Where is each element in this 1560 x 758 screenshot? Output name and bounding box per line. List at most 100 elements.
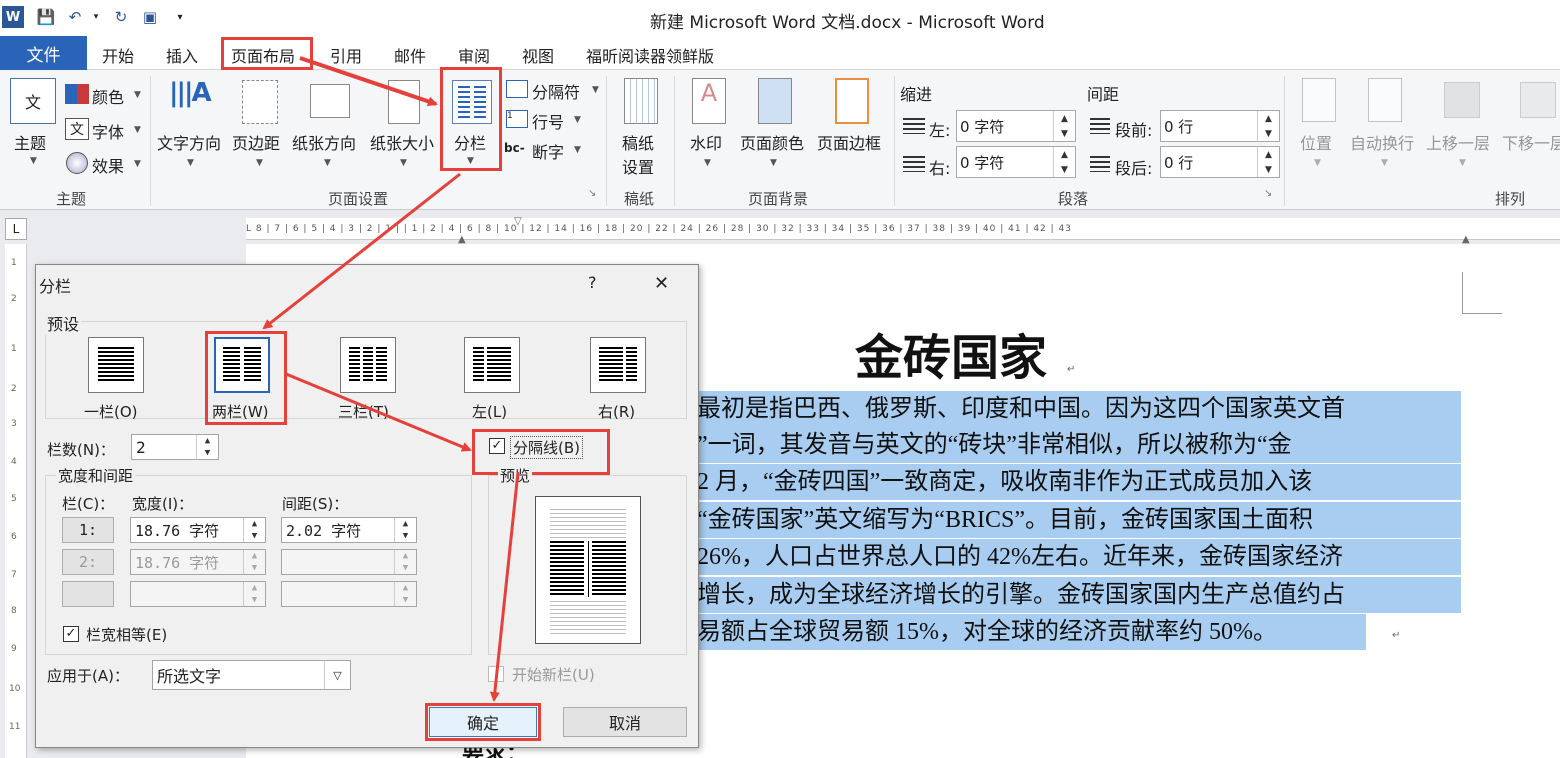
apply-to-select[interactable]: 所选文字 ▽ bbox=[152, 660, 351, 690]
hyphenation-dropdown-icon[interactable]: ▼ bbox=[574, 145, 581, 155]
spacing-after-spinner[interactable]: ▲ ▼ bbox=[1257, 147, 1279, 177]
col-1-spacing-input[interactable]: 2.02 字符 ▲ ▼ bbox=[281, 517, 417, 543]
document-line[interactable]: 易额占全球贸易额 15%，对全球的经济贡献率约 50%。 bbox=[697, 614, 1366, 650]
col-1-width-spinner[interactable]: ▲ ▼ bbox=[243, 518, 265, 542]
col-1-spacing-spinner[interactable]: ▲ ▼ bbox=[394, 518, 416, 542]
manuscript-settings-button[interactable]: 稿纸 设置 bbox=[612, 76, 670, 177]
num-columns-input[interactable]: 2 ▲ ▼ bbox=[131, 434, 219, 460]
vruler-mark: 6 bbox=[11, 532, 17, 542]
orientation-button[interactable]: 纸张方向 ▼ bbox=[292, 76, 366, 176]
tab-review[interactable]: 审阅 bbox=[458, 43, 490, 67]
page-setup-dialog-launcher-icon[interactable]: ↘ bbox=[588, 188, 596, 199]
tab-references[interactable]: 引用 bbox=[330, 43, 362, 67]
preset-right[interactable] bbox=[590, 337, 646, 393]
tab-foxit[interactable]: 福昕阅读器领鲜版 bbox=[586, 43, 714, 67]
tab-mailings[interactable]: 邮件 bbox=[394, 43, 426, 67]
line-between-label[interactable]: 分隔线(B) bbox=[510, 436, 583, 459]
equal-width-checkbox[interactable]: ✓ bbox=[63, 626, 79, 642]
watermark-button[interactable]: A 水印 ▼ bbox=[682, 76, 736, 176]
indent-left-input[interactable]: 0 字符 ▲ ▼ bbox=[956, 110, 1076, 142]
tab-home[interactable]: 开始 bbox=[102, 43, 134, 67]
col-3-spacing-spinner: ▲ ▼ bbox=[394, 582, 416, 606]
bring-forward-button[interactable]: 上移一层 ▼ bbox=[1426, 76, 1502, 176]
line-numbers-button[interactable]: 行号 bbox=[532, 109, 564, 133]
colors-dropdown-icon[interactable]: ▼ bbox=[134, 90, 141, 100]
preset-one-column-label[interactable]: 一栏(O) bbox=[84, 401, 138, 422]
themes-button[interactable]: 文 主题 ▼ bbox=[8, 78, 60, 178]
document-line[interactable]: “金砖国家”英文缩写为“BRICS”。目前，金砖国家国土面积 bbox=[697, 502, 1461, 538]
line-between-checkbox[interactable]: ✓ bbox=[489, 438, 505, 454]
tab-view[interactable]: 视图 bbox=[522, 43, 554, 67]
preset-three-columns-label[interactable]: 三栏(T) bbox=[338, 401, 389, 422]
size-button[interactable]: 纸张大小 ▼ bbox=[368, 76, 440, 176]
save-icon[interactable]: 💾 bbox=[34, 6, 58, 28]
fonts-dropdown-icon[interactable]: ▼ bbox=[134, 125, 141, 135]
help-button[interactable]: ? bbox=[588, 273, 597, 292]
paragraph-dialog-launcher-icon[interactable]: ↘ bbox=[1264, 188, 1272, 199]
preset-right-label[interactable]: 右(R) bbox=[598, 401, 635, 422]
document-line[interactable]: 26%，人口占世界总人口的 42%左右。近年来，金砖国家经济 bbox=[697, 539, 1461, 575]
colors-button[interactable]: 颜色 bbox=[92, 84, 124, 108]
vertical-ruler[interactable]: 1 2 1 2 3 4 5 6 7 8 9 10 11 bbox=[5, 244, 27, 758]
col-1-width-input[interactable]: 18.76 字符 ▲ ▼ bbox=[130, 517, 266, 543]
columns-button[interactable]: 分栏 ▼ bbox=[444, 76, 500, 170]
line-numbers-dropdown-icon[interactable]: ▼ bbox=[574, 115, 581, 125]
num-columns-spinner[interactable]: ▲ ▼ bbox=[196, 435, 218, 459]
preset-left[interactable] bbox=[464, 337, 520, 393]
document-heading[interactable]: 金砖国家 bbox=[855, 318, 1047, 388]
indent-right-input[interactable]: 0 字符 ▲ ▼ bbox=[956, 146, 1076, 178]
fonts-icon: 文 bbox=[65, 118, 89, 140]
manuscript-label-line1: 稿纸 bbox=[622, 134, 655, 153]
chevron-down-icon[interactable]: ▽ bbox=[324, 661, 350, 689]
position-icon bbox=[1302, 78, 1336, 122]
preset-one-column[interactable] bbox=[88, 337, 144, 393]
spacing-before-input[interactable]: 0 行 ▲ ▼ bbox=[1160, 110, 1280, 142]
page-borders-label: 页面边框 bbox=[817, 134, 882, 153]
spacing-after-input[interactable]: 0 行 ▲ ▼ bbox=[1160, 146, 1280, 178]
first-line-indent-marker-icon[interactable]: ▽ bbox=[514, 216, 522, 227]
indent-left-spinner[interactable]: ▲ ▼ bbox=[1053, 111, 1075, 141]
equal-width-label[interactable]: 栏宽相等(E) bbox=[86, 624, 167, 645]
wrap-text-button[interactable]: 自动换行 ▼ bbox=[1348, 76, 1424, 176]
document-line[interactable]: 增长，成为全球经济增长的引擎。金砖国家国内生产总值约占 bbox=[697, 577, 1461, 613]
hyphenation-button[interactable]: 断字 bbox=[532, 139, 564, 163]
preset-three-columns[interactable] bbox=[340, 337, 396, 393]
text-direction-button[interactable]: |||A 文字方向 ▼ bbox=[155, 76, 231, 176]
undo-icon[interactable]: ↶ bbox=[64, 6, 86, 28]
page-borders-button[interactable]: 页面边框 bbox=[815, 76, 889, 176]
apply-to-value: 所选文字 bbox=[157, 667, 222, 686]
preset-left-label[interactable]: 左(L) bbox=[472, 401, 507, 422]
tab-page-layout[interactable]: 页面布局 bbox=[231, 43, 295, 67]
group-label-arrange: 排列 bbox=[1495, 190, 1526, 208]
vruler-mark: 8 bbox=[11, 606, 17, 616]
tab-insert[interactable]: 插入 bbox=[166, 43, 198, 67]
page-color-button[interactable]: 页面颜色 ▼ bbox=[738, 76, 812, 176]
customize-qat-icon[interactable]: ▾ bbox=[172, 6, 188, 28]
horizontal-ruler[interactable]: L 8 | 7 | 6 | 5 | 4 | 3 | 2 | 1 | | 1 | … bbox=[246, 218, 1560, 240]
breaks-dropdown-icon[interactable]: ▼ bbox=[592, 85, 599, 95]
position-button[interactable]: 位置 ▼ bbox=[1292, 76, 1346, 176]
close-icon[interactable]: ✕ bbox=[654, 273, 669, 294]
cancel-button[interactable]: 取消 bbox=[563, 707, 687, 737]
document-line[interactable]: 2 月，“金砖四国”一致商定，吸收南非作为正式成员加入该 bbox=[697, 464, 1461, 500]
document-line[interactable]: ”一词，其发音与英文的“砖块”非常相似，所以被称为“金 bbox=[697, 427, 1461, 463]
tab-selector[interactable]: L bbox=[5, 218, 27, 240]
ok-button[interactable]: 确定 bbox=[429, 707, 537, 737]
chevron-down-icon: ▼ bbox=[1381, 158, 1388, 168]
indent-right-spinner[interactable]: ▲ ▼ bbox=[1053, 147, 1075, 177]
undo-dropdown-icon[interactable]: ▾ bbox=[90, 6, 102, 28]
fonts-button[interactable]: 字体 bbox=[92, 119, 124, 143]
send-backward-button[interactable]: 下移一层 bbox=[1502, 76, 1560, 176]
spacing-before-spinner[interactable]: ▲ ▼ bbox=[1257, 111, 1279, 141]
tab-file[interactable]: 文件 bbox=[0, 36, 87, 70]
print-preview-icon[interactable]: ▣ bbox=[138, 6, 162, 28]
breaks-button[interactable]: 分隔符 bbox=[532, 79, 580, 103]
preset-two-columns[interactable] bbox=[214, 337, 270, 393]
effects-button[interactable]: 效果 bbox=[92, 153, 124, 177]
margins-button[interactable]: 页边距 ▼ bbox=[232, 76, 290, 176]
effects-dropdown-icon[interactable]: ▼ bbox=[134, 159, 141, 169]
document-line[interactable]: 最初是指巴西、俄罗斯、印度和中国。因为这四个国家英文首 bbox=[697, 391, 1461, 427]
redo-icon[interactable]: ↻ bbox=[110, 6, 132, 28]
preset-two-columns-label[interactable]: 两栏(W) bbox=[212, 401, 269, 422]
word-app-icon[interactable]: W bbox=[2, 6, 24, 28]
